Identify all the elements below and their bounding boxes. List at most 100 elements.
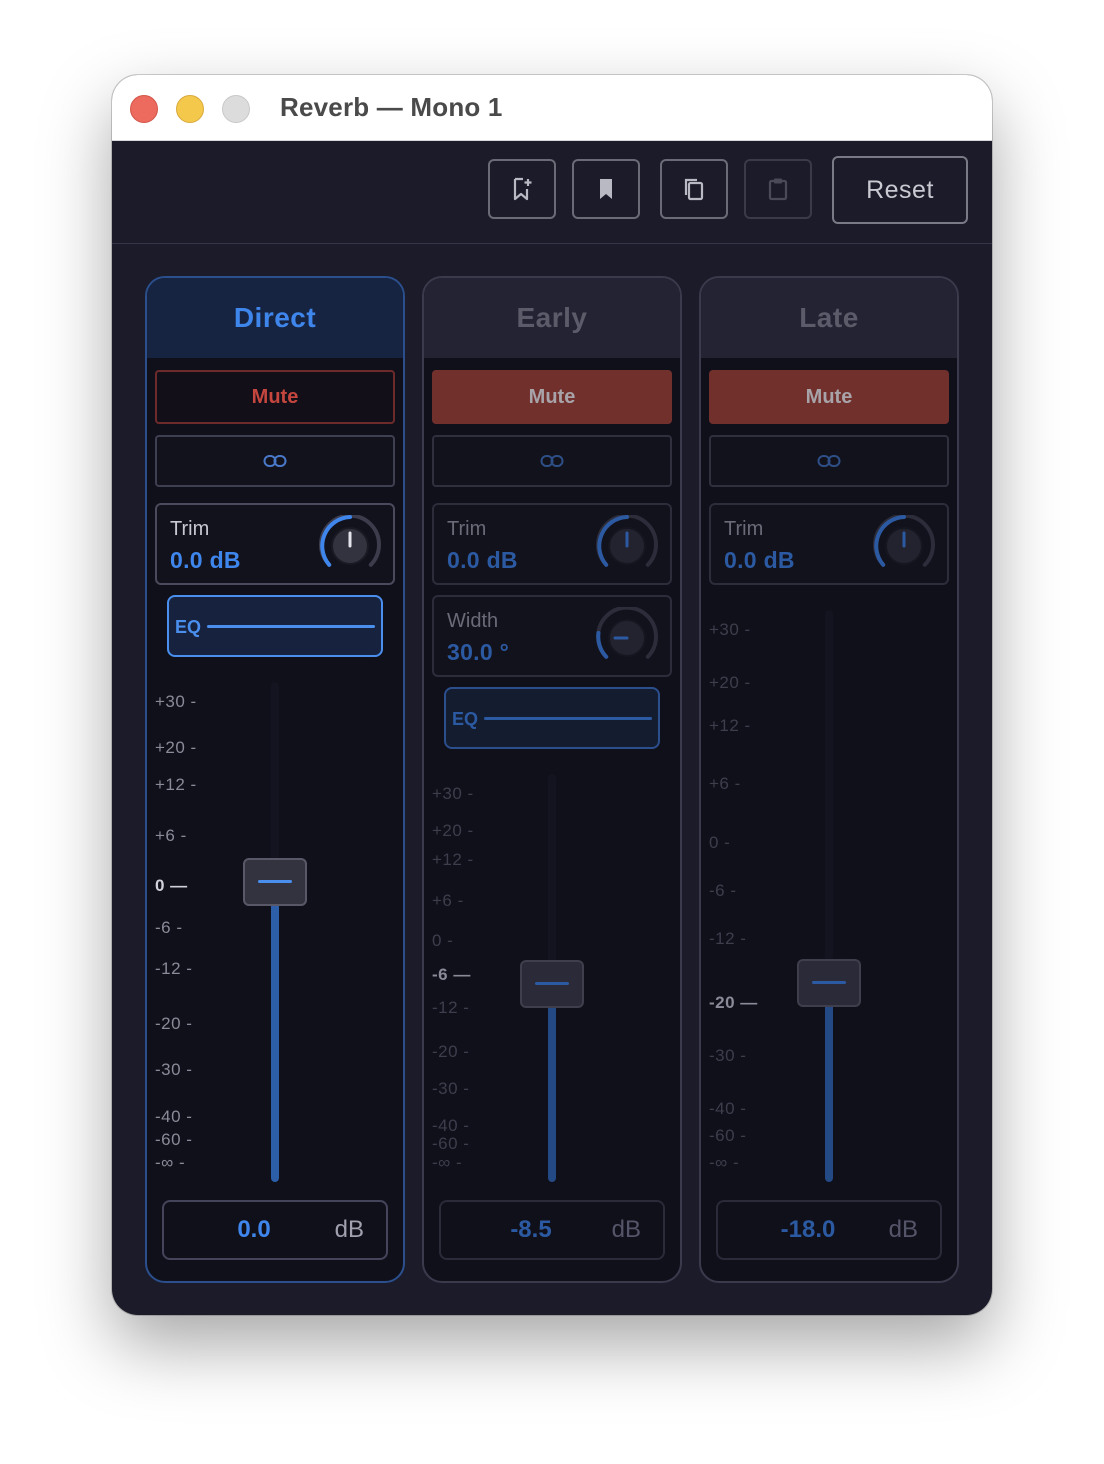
trim-control[interactable]: Trim 0.0 dB — [709, 503, 949, 585]
scale-tick: -30 - — [155, 1060, 193, 1079]
scale-tick: +20 - — [432, 821, 474, 840]
fader-level — [548, 984, 556, 1182]
fader-value-field[interactable]: -18.0 dB — [716, 1200, 942, 1260]
paste-icon — [768, 178, 788, 201]
strip-late: Late Mute Trim 0.0 dB +30 - +20 - +12 - … — [699, 276, 959, 1283]
eq-curve — [207, 625, 375, 628]
bookmark-icon — [600, 179, 612, 199]
scale-tick: -∞ - — [709, 1153, 740, 1172]
trim-control[interactable]: Trim 0.0 dB — [432, 503, 672, 585]
mute-button[interactable]: Mute — [709, 370, 949, 424]
trim-control[interactable]: Trim 0.0 dB — [155, 503, 395, 585]
toolbar: Reset — [112, 140, 992, 244]
fader-handle[interactable] — [520, 960, 584, 1008]
scale-tick: -40 - — [709, 1099, 747, 1118]
strip-title[interactable]: Late — [701, 278, 957, 358]
close-window-button[interactable] — [130, 95, 158, 123]
scale-tick: -20 - — [432, 1042, 470, 1061]
link-icon — [817, 455, 841, 467]
eq-label: EQ — [175, 617, 202, 637]
fader-value-field[interactable]: -8.5 dB — [439, 1200, 665, 1260]
scale-tick: +12 - — [709, 716, 751, 735]
window-title: Reverb — Mono 1 — [280, 92, 503, 122]
scale-tick: +20 - — [709, 673, 751, 692]
scale-tick: +6 - — [155, 826, 187, 845]
scale-tick-selected: -20 — — [709, 993, 758, 1012]
scale-tick: -40 - — [432, 1116, 470, 1135]
fader-unit: dB — [888, 1216, 918, 1243]
scale-tick: +20 - — [155, 738, 197, 757]
fader-value: -18.0 — [780, 1216, 836, 1243]
trim-value[interactable]: 0.0 dB — [170, 547, 241, 574]
copy-icon — [684, 178, 704, 201]
link-icon — [540, 455, 564, 467]
copy-button[interactable] — [660, 159, 728, 219]
paste-button[interactable] — [744, 159, 812, 219]
scale-tick: +30 - — [709, 620, 751, 639]
scale-tick: +30 - — [155, 692, 197, 711]
link-button[interactable] — [155, 435, 395, 487]
fader-handle[interactable] — [243, 858, 307, 906]
eq-button[interactable]: EQ — [444, 687, 660, 749]
fader-handle[interactable] — [797, 959, 861, 1007]
scale-tick: -∞ - — [155, 1153, 186, 1172]
save-preset-button[interactable] — [488, 159, 556, 219]
bookmark-add-icon — [513, 177, 532, 201]
scale-tick: +6 - — [432, 891, 464, 910]
width-control[interactable]: Width 30.0 ° — [432, 595, 672, 677]
scale-tick: 0 - — [432, 931, 454, 950]
reset-button[interactable]: Reset — [832, 156, 968, 224]
trim-value[interactable]: 0.0 dB — [447, 547, 518, 574]
scale-tick: -12 - — [709, 929, 747, 948]
scale-tick: -12 - — [155, 959, 193, 978]
mute-button[interactable]: Mute — [155, 370, 395, 424]
scale-tick: +12 - — [155, 775, 197, 794]
fader-level — [825, 983, 833, 1182]
scale-tick: -30 - — [432, 1079, 470, 1098]
trim-value[interactable]: 0.0 dB — [724, 547, 795, 574]
trim-label: Trim — [170, 518, 210, 540]
plugin-window: Reverb — Mono 1 Reset Direct Mute Trim 0… — [112, 75, 992, 1315]
width-value[interactable]: 30.0 ° — [447, 639, 509, 666]
fader-unit: dB — [611, 1216, 641, 1243]
strip-early: Early Mute Trim 0.0 dB Width 30.0 ° EQ +… — [422, 276, 682, 1283]
strip-title[interactable]: Direct — [147, 278, 403, 358]
zoom-window-button[interactable] — [222, 95, 250, 123]
trim-knob[interactable] — [873, 515, 935, 577]
link-button[interactable] — [709, 435, 949, 487]
mute-button[interactable]: Mute — [432, 370, 672, 424]
scale-tick: -6 - — [155, 918, 183, 937]
width-label: Width — [447, 610, 499, 632]
width-knob[interactable] — [596, 607, 658, 669]
scale-tick-selected: 0 — — [155, 876, 188, 895]
trim-knob[interactable] — [319, 515, 381, 577]
eq-label: EQ — [452, 709, 479, 729]
load-preset-button[interactable] — [572, 159, 640, 219]
eq-button[interactable]: EQ — [167, 595, 383, 657]
scale-tick: -60 - — [709, 1126, 747, 1145]
fader-unit: dB — [334, 1216, 364, 1243]
trim-label: Trim — [447, 518, 487, 540]
scale-tick: -60 - — [155, 1130, 193, 1149]
strip-title[interactable]: Early — [424, 278, 680, 358]
scale-tick: 0 - — [709, 833, 731, 852]
scale-tick: -6 - — [709, 881, 737, 900]
scale-tick: -12 - — [432, 998, 470, 1017]
trim-label: Trim — [724, 518, 764, 540]
trim-knob[interactable] — [596, 515, 658, 577]
scale-tick: -20 - — [155, 1014, 193, 1033]
minimize-window-button[interactable] — [176, 95, 204, 123]
link-icon — [263, 455, 287, 467]
scale-tick: +6 - — [709, 774, 741, 793]
scale-tick: -60 - — [432, 1134, 470, 1153]
scale-tick: -30 - — [709, 1046, 747, 1065]
scale-tick: -40 - — [155, 1107, 193, 1126]
strip-direct: Direct Mute Trim 0.0 dB EQ +30 - +20 - +… — [145, 276, 405, 1283]
fader-value-field[interactable]: 0.0 dB — [162, 1200, 388, 1260]
link-button[interactable] — [432, 435, 672, 487]
fader-level — [271, 882, 279, 1182]
scale-tick: +30 - — [432, 784, 474, 803]
title-bar: Reverb — Mono 1 — [112, 75, 992, 141]
eq-curve — [484, 717, 652, 720]
scale-tick-selected: -6 — — [432, 965, 471, 984]
